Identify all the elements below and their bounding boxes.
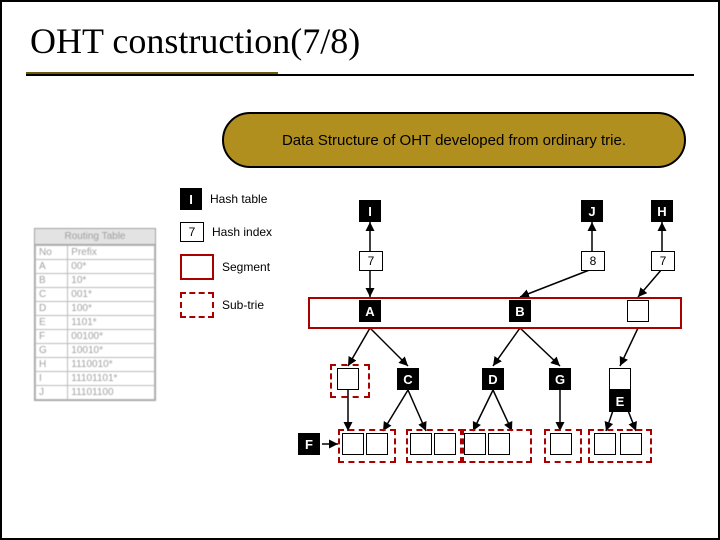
oht-diagram: I J H 7 8 7 A B C D G E F xyxy=(308,194,696,464)
node-above-e xyxy=(609,368,631,390)
segment-label: Segment xyxy=(222,260,270,274)
hash-table-symbol: I xyxy=(180,188,202,210)
node-e: E xyxy=(609,390,631,412)
leaf-d1 xyxy=(464,433,486,455)
leaf-d2 xyxy=(488,433,510,455)
leaf-f2 xyxy=(366,433,388,455)
routing-table: Routing Table No Prefix A00* B10* C001* … xyxy=(34,228,156,401)
slide: OHT construction(7/8) Data Structure of … xyxy=(0,0,720,540)
node-g: G xyxy=(549,368,571,390)
hash-table-label: Hash table xyxy=(210,192,267,206)
hash-node-j: J xyxy=(581,200,603,222)
hash-node-h: H xyxy=(651,200,673,222)
caption-box: Data Structure of OHT developed from ord… xyxy=(222,112,686,168)
node-d: D xyxy=(482,368,504,390)
idx-node-7b: 7 xyxy=(651,251,675,271)
leaf-a-left xyxy=(337,368,359,390)
leaf-c1 xyxy=(410,433,432,455)
segment-symbol xyxy=(180,254,214,280)
hash-node-i: I xyxy=(359,200,381,222)
hash-index-symbol: 7 xyxy=(180,222,204,242)
idx-node-8: 8 xyxy=(581,251,605,271)
node-a: A xyxy=(359,300,381,322)
leaf-c2 xyxy=(434,433,456,455)
routing-table-title: Routing Table xyxy=(35,229,155,245)
divider-line xyxy=(26,74,694,76)
page-title: OHT construction(7/8) xyxy=(30,20,360,62)
routing-table-grid: No Prefix A00* B10* C001* D100* E1101* F… xyxy=(35,245,155,400)
node-f: F xyxy=(298,433,320,455)
leaf-f1 xyxy=(342,433,364,455)
idx-node-7a: 7 xyxy=(359,251,383,271)
diagram-lines xyxy=(308,194,696,464)
node-b: B xyxy=(509,300,531,322)
sub-trie-symbol xyxy=(180,292,214,318)
node-empty-top xyxy=(627,300,649,322)
leaf-g xyxy=(550,433,572,455)
leaf-e1 xyxy=(594,433,616,455)
routing-header-no: No xyxy=(36,246,68,260)
leaf-e2 xyxy=(620,433,642,455)
sub-trie-label: Sub-trie xyxy=(222,298,264,312)
caption-text: Data Structure of OHT developed from ord… xyxy=(282,132,626,149)
node-c: C xyxy=(397,368,419,390)
routing-header-prefix: Prefix xyxy=(68,246,155,260)
hash-index-label: Hash index xyxy=(212,225,272,239)
